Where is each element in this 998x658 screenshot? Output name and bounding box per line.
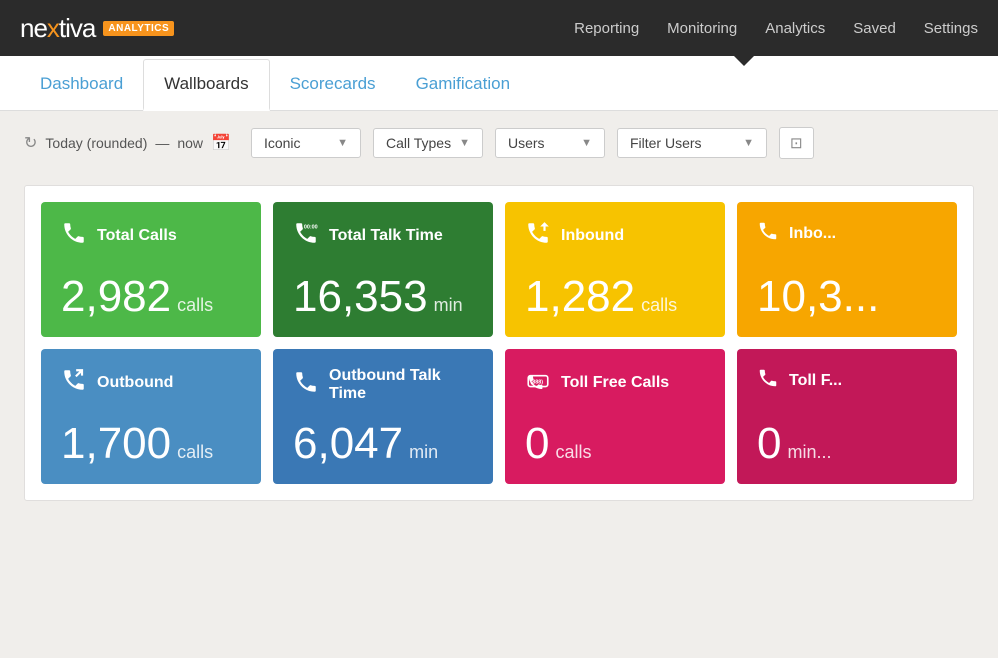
date-label: Today (rounded) — [45, 135, 147, 151]
calendar-icon[interactable]: 📅 — [211, 133, 231, 153]
card-total-talk-time: 00:00 Total Talk Time 16,353 min — [273, 202, 493, 337]
total-talk-time-title: Total Talk Time — [329, 227, 443, 245]
total-talk-time-value: 16,353 — [293, 275, 428, 319]
card-inbound-talk-time-partial: Inbo... 10,3... — [737, 202, 957, 337]
card-toll-free-calls: (888) Toll Free Calls 0 calls — [505, 349, 725, 484]
outbound-talk-time-value-row: 6,047 min — [293, 422, 473, 466]
total-talk-time-icon: 00:00 — [293, 220, 319, 252]
outbound-talk-time-icon — [293, 369, 319, 401]
date-end: now — [177, 135, 203, 151]
inbound-talk-time-partial-value: 10,3... — [757, 275, 879, 319]
filter-users-label: Filter Users — [630, 135, 702, 151]
outbound-value: 1,700 — [61, 422, 171, 466]
card-outbound: Outbound 1,700 calls — [41, 349, 261, 484]
card-outbound-talk-time-header: Outbound Talk Time — [293, 367, 473, 403]
nav-settings[interactable]: Settings — [924, 20, 978, 37]
toolbar: ↻ Today (rounded) — now 📅 Iconic ▼ Call … — [0, 111, 998, 169]
card-inbound: Inbound 1,282 calls — [505, 202, 725, 337]
total-talk-time-unit: min — [434, 295, 463, 316]
outbound-talk-time-title: Outbound Talk Time — [329, 367, 473, 403]
tab-gamification[interactable]: Gamification — [396, 60, 530, 111]
outbound-talk-time-unit: min — [409, 442, 438, 463]
export-button[interactable]: ⊡ — [779, 127, 814, 159]
filter-users-arrow: ▼ — [743, 137, 754, 149]
inbound-talk-time-partial-icon — [757, 220, 779, 248]
card-total-calls-header: Total Calls — [61, 220, 241, 252]
date-separator: — — [155, 135, 169, 151]
total-calls-value: 2,982 — [61, 275, 171, 319]
card-inbound-talk-time-partial-header: Inbo... — [757, 220, 937, 248]
users-arrow: ▼ — [581, 137, 592, 149]
svg-text:00:00: 00:00 — [304, 225, 318, 231]
tab-dashboard[interactable]: Dashboard — [20, 60, 143, 111]
total-calls-value-row: 2,982 calls — [61, 275, 241, 319]
card-toll-free-talk-time-partial-header: Toll F... — [757, 367, 937, 395]
toll-free-calls-unit: calls — [555, 442, 591, 463]
analytics-badge: ANALYTICS — [103, 21, 174, 36]
inbound-icon — [525, 220, 551, 252]
cards-section: Total Calls 2,982 calls 00:00 Total Talk… — [0, 169, 998, 517]
cards-row-2: Outbound 1,700 calls Outbound Talk Time … — [41, 349, 957, 484]
card-toll-free-talk-time-partial: Toll F... 0 min... — [737, 349, 957, 484]
inbound-title: Inbound — [561, 227, 624, 245]
inbound-value-row: 1,282 calls — [525, 275, 705, 319]
total-talk-time-value-row: 16,353 min — [293, 275, 473, 319]
inbound-talk-time-partial-value-row: 10,3... — [757, 275, 937, 319]
card-total-calls: Total Calls 2,982 calls — [41, 202, 261, 337]
outbound-value-row: 1,700 calls — [61, 422, 241, 466]
date-filter: ↻ Today (rounded) — now 📅 — [24, 133, 231, 153]
card-outbound-talk-time: Outbound Talk Time 6,047 min — [273, 349, 493, 484]
card-total-talk-time-header: 00:00 Total Talk Time — [293, 220, 473, 252]
logo-dot: x — [47, 13, 59, 43]
call-types-dropdown[interactable]: Call Types ▼ — [373, 128, 483, 158]
toll-free-talk-time-partial-value-row: 0 min... — [757, 422, 937, 466]
nav-indicator — [734, 56, 754, 66]
call-types-label: Call Types — [386, 135, 451, 151]
toll-free-calls-icon: (888) — [525, 367, 551, 399]
tab-scorecards[interactable]: Scorecards — [270, 60, 396, 111]
total-calls-unit: calls — [177, 295, 213, 316]
nav-analytics[interactable]: Analytics — [765, 20, 825, 37]
main-nav: Reporting Monitoring Analytics Saved Set… — [574, 20, 978, 37]
iconic-label: Iconic — [264, 135, 301, 151]
toll-free-talk-time-partial-icon — [757, 367, 779, 395]
iconic-dropdown[interactable]: Iconic ▼ — [251, 128, 361, 158]
logo-area: nextiva ANALYTICS — [20, 13, 174, 44]
card-toll-free-calls-header: (888) Toll Free Calls — [525, 367, 705, 399]
inbound-unit: calls — [641, 295, 677, 316]
inbound-talk-time-partial-title: Inbo... — [789, 225, 836, 243]
users-dropdown[interactable]: Users ▼ — [495, 128, 605, 158]
total-calls-icon — [61, 220, 87, 252]
cards-row-1: Total Calls 2,982 calls 00:00 Total Talk… — [41, 202, 957, 337]
card-outbound-header: Outbound — [61, 367, 241, 399]
call-types-arrow: ▼ — [459, 137, 470, 149]
outbound-icon — [61, 367, 87, 399]
cards-wrapper: Total Calls 2,982 calls 00:00 Total Talk… — [24, 185, 974, 501]
tab-bar: Dashboard Wallboards Scorecards Gamifica… — [0, 56, 998, 111]
toll-free-calls-value-row: 0 calls — [525, 422, 705, 466]
toll-free-calls-value: 0 — [525, 422, 549, 466]
toll-free-talk-time-partial-value: 0 — [757, 422, 781, 466]
users-label: Users — [508, 135, 545, 151]
iconic-arrow: ▼ — [337, 137, 348, 149]
toll-free-calls-title: Toll Free Calls — [561, 374, 669, 392]
export-icon: ⊡ — [790, 135, 803, 152]
nav-reporting[interactable]: Reporting — [574, 20, 639, 37]
toll-free-talk-time-partial-title: Toll F... — [789, 372, 842, 390]
outbound-talk-time-value: 6,047 — [293, 422, 403, 466]
card-inbound-header: Inbound — [525, 220, 705, 252]
toll-free-talk-time-partial-unit: min... — [787, 442, 831, 463]
inbound-value: 1,282 — [525, 275, 635, 319]
nav-saved[interactable]: Saved — [853, 20, 896, 37]
outbound-title: Outbound — [97, 374, 173, 392]
total-calls-title: Total Calls — [97, 227, 177, 245]
refresh-icon[interactable]: ↻ — [24, 133, 37, 153]
outbound-unit: calls — [177, 442, 213, 463]
tab-wallboards[interactable]: Wallboards — [143, 59, 269, 111]
app-header: nextiva ANALYTICS Reporting Monitoring A… — [0, 0, 998, 56]
logo-text: nextiva — [20, 13, 95, 44]
nav-monitoring[interactable]: Monitoring — [667, 20, 737, 37]
filter-users-dropdown[interactable]: Filter Users ▼ — [617, 128, 767, 158]
